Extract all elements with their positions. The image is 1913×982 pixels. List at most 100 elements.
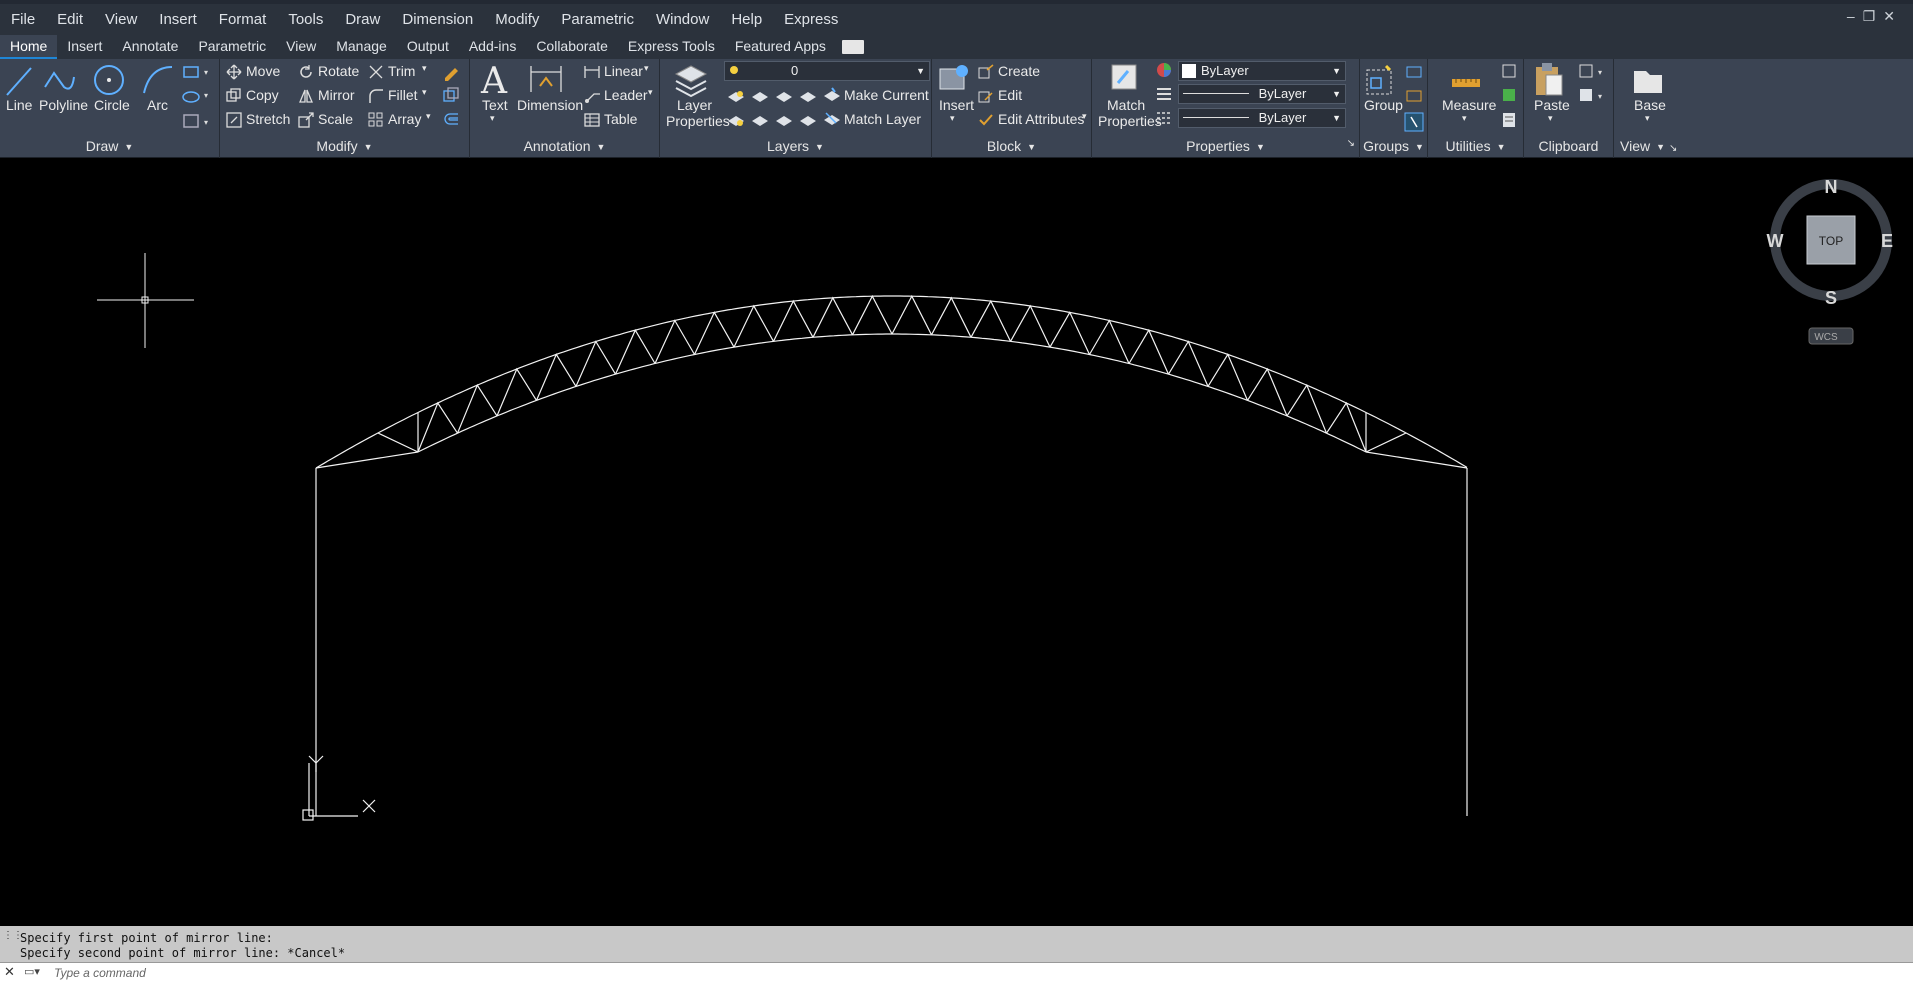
- menu-view[interactable]: View: [94, 11, 148, 28]
- group-button[interactable]: Group: [1364, 97, 1403, 113]
- utility-tools-icons[interactable]: [1500, 63, 1520, 133]
- menu-window[interactable]: Window: [645, 11, 720, 28]
- modify-panel-title[interactable]: Modify ▼: [220, 138, 469, 156]
- match-properties-label-1[interactable]: Match: [1107, 97, 1145, 113]
- explode-icon[interactable]: [442, 87, 460, 105]
- paste-button[interactable]: Paste: [1534, 97, 1570, 113]
- match-properties-label-2[interactable]: Properties: [1098, 113, 1162, 129]
- command-customize-icon[interactable]: ▭▾: [24, 965, 40, 978]
- scale-button[interactable]: Scale: [318, 111, 353, 127]
- tab-output[interactable]: Output: [397, 35, 459, 59]
- layer-properties-icon[interactable]: [672, 62, 710, 98]
- measure-icon[interactable]: [1448, 63, 1484, 97]
- dimension-button[interactable]: Dimension: [517, 97, 583, 113]
- truss-top-chord[interactable]: [315, 295, 1468, 469]
- linear-dropdown-icon[interactable]: ▾: [644, 63, 649, 74]
- group-icon[interactable]: [1364, 62, 1398, 98]
- edit-button[interactable]: Edit: [998, 87, 1022, 103]
- leader-button[interactable]: Leader: [604, 87, 648, 103]
- paste-icon[interactable]: [1532, 61, 1566, 97]
- make-current-button[interactable]: Make Current: [844, 87, 929, 103]
- truss-web-members[interactable]: [377, 294, 1407, 453]
- tab-express-tools[interactable]: Express Tools: [618, 35, 725, 59]
- menu-help[interactable]: Help: [720, 11, 773, 28]
- compass-north[interactable]: N: [1825, 177, 1838, 197]
- base-button[interactable]: Base: [1634, 97, 1666, 113]
- match-properties-icon[interactable]: [1108, 61, 1142, 97]
- draw-tools-icons[interactable]: ▾ ▾ ▾: [182, 65, 212, 133]
- tab-view[interactable]: View: [276, 35, 326, 59]
- offset-icon[interactable]: [442, 111, 460, 129]
- layer-tools-row1-icons[interactable]: [726, 87, 822, 105]
- text-button[interactable]: Text: [482, 97, 508, 113]
- menu-file[interactable]: File: [0, 11, 46, 28]
- close-icon[interactable]: ✕: [1883, 8, 1903, 24]
- menu-insert[interactable]: Insert: [148, 11, 208, 28]
- ribbon-minimize-toggle[interactable]: [841, 40, 864, 54]
- group-tools-icons[interactable]: [1404, 63, 1424, 133]
- tab-parametric[interactable]: Parametric: [188, 35, 276, 59]
- linetype-dropdown[interactable]: ByLayer ▼: [1178, 108, 1346, 128]
- view-launcher-icon[interactable]: ↘: [1669, 143, 1677, 154]
- truss-bottom-chord[interactable]: [417, 333, 1367, 453]
- truss-left-end[interactable]: [315, 451, 419, 469]
- annotation-panel-title[interactable]: Annotation ▼: [470, 138, 659, 156]
- drawing-canvas[interactable]: [0, 158, 1913, 926]
- arc-icon[interactable]: [140, 63, 176, 99]
- insert-button[interactable]: Insert: [939, 97, 974, 113]
- trim-dropdown-icon[interactable]: ▾: [422, 63, 427, 74]
- layer-dropdown[interactable]: 0 ▼: [724, 61, 930, 81]
- array-button[interactable]: Array: [388, 111, 421, 127]
- insert-dropdown-icon[interactable]: ▾: [950, 113, 955, 124]
- array-dropdown-icon[interactable]: ▾: [426, 111, 431, 122]
- viewcube-face-label[interactable]: TOP: [1819, 234, 1843, 248]
- text-icon[interactable]: A: [480, 61, 510, 97]
- line-icon[interactable]: [4, 63, 34, 99]
- groups-panel-title[interactable]: Groups ▼: [1360, 138, 1427, 156]
- insert-block-icon[interactable]: [936, 61, 972, 97]
- arc-button[interactable]: Arc: [147, 97, 168, 113]
- minimize-icon[interactable]: ‒: [1847, 8, 1863, 24]
- line-button[interactable]: Line: [6, 97, 32, 113]
- linear-button[interactable]: Linear: [604, 63, 643, 79]
- rotate-button[interactable]: Rotate: [318, 63, 359, 79]
- fillet-dropdown-icon[interactable]: ▾: [422, 87, 427, 98]
- menu-express[interactable]: Express: [773, 11, 849, 28]
- tab-manage[interactable]: Manage: [326, 35, 397, 59]
- layer-properties-label-2[interactable]: Properties: [666, 113, 730, 129]
- table-button[interactable]: Table: [604, 111, 637, 127]
- layer-tools-row2-icons[interactable]: [726, 111, 822, 129]
- restore-icon[interactable]: ❐: [1863, 8, 1884, 24]
- tab-collaborate[interactable]: Collaborate: [526, 35, 618, 59]
- compass-east[interactable]: E: [1881, 231, 1893, 251]
- fillet-button[interactable]: Fillet: [388, 87, 418, 103]
- utilities-panel-title[interactable]: Utilities ▼: [1428, 138, 1523, 156]
- menu-edit[interactable]: Edit: [46, 11, 94, 28]
- tab-featured-apps[interactable]: Featured Apps: [725, 35, 836, 59]
- base-view-icon[interactable]: [1630, 63, 1666, 97]
- menu-draw[interactable]: Draw: [334, 11, 391, 28]
- circle-button[interactable]: Circle: [94, 97, 130, 113]
- color-dropdown[interactable]: ByLayer ▼: [1178, 61, 1346, 81]
- polyline-icon[interactable]: [42, 63, 78, 99]
- tab-add-ins[interactable]: Add-ins: [459, 35, 526, 59]
- match-layer-button[interactable]: Match Layer: [844, 111, 921, 127]
- tab-annotate[interactable]: Annotate: [112, 35, 188, 59]
- compass-west[interactable]: W: [1767, 231, 1784, 251]
- copy-button[interactable]: Copy: [246, 87, 279, 103]
- mirror-button[interactable]: Mirror: [318, 87, 355, 103]
- viewcube[interactable]: TOP N S E W WCS: [1766, 174, 1896, 359]
- move-button[interactable]: Move: [246, 63, 280, 79]
- text-dropdown-icon[interactable]: ▾: [490, 113, 495, 124]
- base-dropdown-icon[interactable]: ▾: [1645, 113, 1650, 124]
- tab-home[interactable]: Home: [0, 35, 58, 59]
- view-panel-title[interactable]: View ▼ ↘: [1614, 138, 1684, 156]
- tab-insert[interactable]: Insert: [57, 35, 112, 59]
- polyline-button[interactable]: Polyline: [39, 97, 88, 113]
- create-button[interactable]: Create: [998, 63, 1040, 79]
- properties-launcher-icon[interactable]: ↘: [1347, 138, 1355, 149]
- compass-south[interactable]: S: [1825, 288, 1837, 308]
- truss-right-end[interactable]: [1365, 451, 1468, 469]
- edit-attributes-dropdown-icon[interactable]: ▾: [1082, 111, 1087, 122]
- circle-icon[interactable]: [92, 62, 128, 98]
